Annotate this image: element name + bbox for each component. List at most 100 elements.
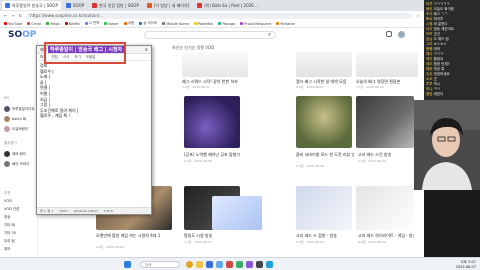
- chat-message: 루루 역시: [426, 82, 441, 86]
- video-thumbnail[interactable]: [296, 186, 352, 230]
- video-title[interactable]: 탈림도 시청 방송: [184, 233, 244, 239]
- sidebar-item[interactable]: 우리 팀: [4, 239, 15, 244]
- chat-message: 조이 배그 ㄱㄱ: [426, 12, 448, 16]
- video-title[interactable]: 고리 레드 스킨 방송: [358, 152, 414, 158]
- chat-message: 예이 ㅋㅋㅋ: [426, 52, 444, 56]
- video-meta: 3.2천 · 2025-08-04: [358, 159, 386, 163]
- chat-message: 배린 오늘도 화이팅: [426, 7, 455, 11]
- sidebar-item[interactable]: 뷰어: [4, 247, 10, 252]
- taskbar-search[interactable]: 검색: [140, 261, 180, 268]
- notepad-statusbar: 줄 1, 열 1 100% Windows (CRLF) UTF-8: [37, 207, 151, 214]
- app-icon[interactable]: [266, 261, 273, 268]
- video-title[interactable]: 고리 레드 드 합방 - 방송: [296, 233, 354, 239]
- chat-message: 하나 ㅋㅋ: [426, 87, 441, 91]
- video-thumbnail[interactable]: [184, 96, 240, 148]
- chat-message: 뽀로 하이루: [426, 17, 444, 21]
- bookmark[interactable]: YouTube: [4, 22, 22, 26]
- video-thumbnail[interactable]: [296, 96, 352, 148]
- browser-tab[interactable]: 한국 맛집 탐방 | SOOP: [89, 1, 142, 10]
- video-meta: 9.8천 · 2025-08-07: [296, 85, 324, 89]
- reload-icon[interactable]: ↻: [19, 13, 22, 18]
- start-icon[interactable]: [124, 261, 131, 268]
- chat-message: 별빛 재밌다: [426, 92, 444, 96]
- video-title[interactable]: 고리 레드 하이라이트 - 게임 - 방송: [358, 233, 414, 239]
- video-thumbnail[interactable]: [296, 52, 352, 77]
- sidebar-item[interactable]: 기타 30: [4, 231, 16, 236]
- system-clock[interactable]: 오후 3:07 2025-08-07: [456, 260, 476, 269]
- back-icon[interactable]: ←: [4, 13, 7, 18]
- sidebar-heading: 즐겨찾기: [4, 141, 17, 145]
- browser-tab[interactable]: [이 탐방 | 새 페이지]: [144, 1, 192, 10]
- url-input[interactable]: https://www.sooplive.co.kr/station/...: [26, 12, 413, 19]
- chat-message: 라이 방송 재밌어요: [426, 27, 455, 31]
- bookmark[interactable]: Naver: [104, 22, 119, 26]
- app-icon[interactable]: [246, 261, 253, 268]
- sidebar-item[interactable]: 배이 카와이: [4, 161, 29, 167]
- star-icon[interactable]: ☆: [416, 13, 420, 18]
- sidebar-item[interactable]: 기타 BJ: [4, 223, 15, 228]
- close-icon[interactable]: ✕: [145, 47, 148, 52]
- chat-message: 레오 합방 언제?: [426, 62, 450, 66]
- search-input[interactable]: [144, 31, 276, 39]
- sidebar-item[interactable]: VOD 관련: [4, 207, 19, 212]
- avatar[interactable]: [398, 31, 405, 38]
- address-bar: ← → ↻ https://www.sooplive.co.kr/station…: [0, 11, 424, 20]
- webcam-feed: [414, 100, 480, 190]
- sidebar-item[interactable]: VOD: [4, 199, 12, 203]
- media-icon[interactable]: [226, 261, 233, 268]
- browser-tab[interactable]: 하루종일이 방송국 | SOOP: [2, 1, 61, 10]
- folder-icon[interactable]: [196, 261, 203, 268]
- video-title[interactable]: [공포] 노역행 깨어난 공포 탐험기: [184, 152, 248, 158]
- sidebar-item[interactable]: 오늘바람이: [4, 126, 28, 132]
- sidebar-item[interactable]: batch BJ: [4, 116, 26, 122]
- tab-favicon-icon: [92, 3, 98, 8]
- bookmark[interactable]: 숲 라이브: [139, 21, 157, 26]
- video-title[interactable]: 좀비 서바이벌 모드 첫 도전 리뷰 영상 배그 편: [296, 152, 354, 158]
- store-icon[interactable]: [206, 261, 213, 268]
- video-meta: 1.1만 · 2025-08-03: [184, 240, 212, 244]
- bookmark[interactable]: Gmail: [27, 22, 41, 26]
- video-thumbnail[interactable]: [356, 96, 414, 148]
- bookmark[interactable]: Portable: [276, 22, 295, 26]
- bookmark[interactable]: G 번역: [85, 21, 99, 26]
- sort-tabs[interactable]: 최신순 인기순 정렬 VOD: [172, 45, 214, 51]
- app-icon[interactable]: [236, 261, 243, 268]
- video-meta: 8.8천 · 2025-08-02: [358, 240, 386, 244]
- bookmark[interactable]: Maps: [46, 22, 60, 26]
- sidebar-item[interactable]: 제의 배이: [4, 151, 26, 157]
- bookmarks-bar: YouTube Gmail Maps Netflix G 번역 Naver 쿠팡…: [0, 20, 424, 28]
- bookmark[interactable]: PokeMon: [193, 22, 213, 26]
- bookmark[interactable]: Netflix: [64, 22, 80, 26]
- video-meta: 4.9천 · 2025-08-03: [96, 245, 124, 249]
- video-thumbnail[interactable]: [356, 186, 414, 230]
- bookmark[interactable]: Proud Resource: [240, 22, 271, 26]
- sidebar-item[interactable]: 하루종일이다요: [4, 106, 35, 112]
- browser-tab[interactable]: (이) Bats Ea | Post | 2026 ...: [194, 1, 262, 10]
- sidebar-heading: MY: [4, 96, 10, 100]
- soop-logo[interactable]: SOOP: [8, 30, 36, 40]
- chat-message: 케이 즐겜요: [426, 57, 444, 61]
- notepad-window[interactable]: 제목 없음 - Windows 메모장 ✕ 파일 편집 서식 보기 도움말 정보…: [36, 45, 152, 215]
- sidebar-item[interactable]: 영상: [4, 215, 10, 220]
- notepad-text-area[interactable]: 정보 헬로우 | 노래 | 끝 | 연결 | 어쩔 | 지금 | 그럼 | 무조…: [37, 61, 151, 121]
- notepad-icon[interactable]: [216, 261, 223, 268]
- video-thumbnail[interactable]: [356, 52, 418, 77]
- browser-tab-bar: 하루종일이 방송국 | SOOP SOOP 한국 맛집 탐방 | SOOP [이…: [0, 0, 424, 11]
- search-icon[interactable]: ⌕: [268, 31, 271, 39]
- webcam-person-image: [414, 100, 480, 190]
- browser-tab[interactable]: SOOP: [63, 1, 87, 10]
- sidebar-heading: 추천: [4, 191, 11, 195]
- bookmark[interactable]: Mobile Korea: [162, 22, 189, 26]
- bookmark[interactable]: 쿠팡: [123, 21, 134, 26]
- video-title[interactable]: 오랜만에 합방 게임 하는 시청자 4대 1: [96, 233, 176, 239]
- video-thumbnail[interactable]: [212, 196, 262, 230]
- chat-message: 고리 ㅎㅇㅎㅇ: [426, 42, 447, 46]
- chrome-icon[interactable]: [186, 261, 193, 268]
- chat-panel: 하루 ㅋㅋㅋㅋㅋ 배린 오늘도 화이팅 조이 배그 ㄱㄱ 뽀로 하이루 시청 와…: [424, 0, 480, 100]
- app-icon[interactable]: [256, 261, 263, 268]
- video-meta: 5.5천 · 2025-08-06: [296, 164, 324, 168]
- forward-icon[interactable]: →: [11, 13, 14, 18]
- notification-icon[interactable]: [386, 31, 392, 37]
- bookmark[interactable]: Papago: [218, 22, 235, 26]
- video-thumbnail[interactable]: [182, 52, 248, 77]
